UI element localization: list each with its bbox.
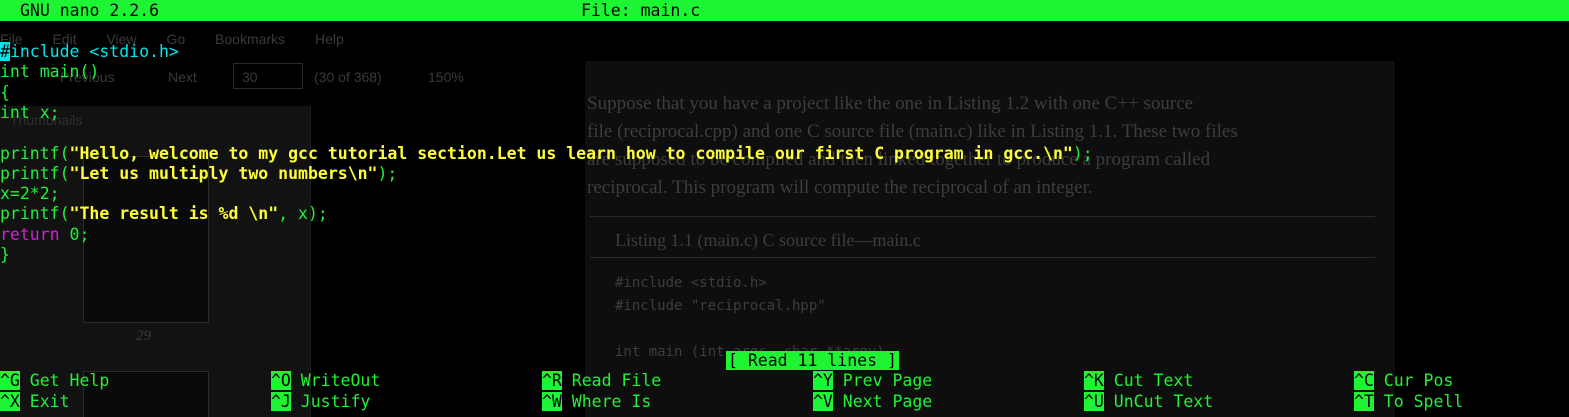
code-line[interactable]: int main() [0, 62, 99, 82]
next-label: Next [168, 69, 197, 85]
code-token: printf( [0, 204, 70, 224]
code-token: , x); [278, 204, 328, 224]
menu-bookmarks: Bookmarks [215, 31, 286, 47]
shortcut-read-file[interactable]: ^R Read File [542, 371, 661, 391]
code-token: 0; [59, 224, 90, 244]
nano-title-bar: GNU nano 2.2.6 File: main.c [0, 0, 1569, 21]
page-text-line: Suppose that you have a project like the… [587, 93, 1194, 114]
code-token: return [0, 224, 60, 244]
shortcut-label: Justify [290, 392, 371, 411]
code-token: "Let us multiply two numbers\n" [69, 163, 378, 183]
code-token: int x; [0, 102, 60, 122]
shortcut-cur-pos[interactable]: ^C Cur Pos [1354, 371, 1453, 391]
shortcut-label: UnCut Text [1103, 392, 1214, 411]
shortcut-key: ^X [0, 392, 20, 411]
page-text-line: file (reciprocal.cpp) and one C source f… [587, 121, 1238, 142]
code-token: printf( [0, 143, 70, 163]
shortcut-key: ^R [542, 371, 562, 390]
zoom-level: 150% [428, 69, 464, 85]
shortcut-label: WriteOut [290, 371, 381, 390]
listing-rule [590, 257, 1375, 258]
shortcut-writeout[interactable]: ^O WriteOut [271, 371, 380, 391]
code-token: printf( [0, 163, 70, 183]
shortcut-cut-text[interactable]: ^K Cut Text [1084, 371, 1193, 391]
code-token: ); [377, 163, 398, 183]
shortcut-get-help[interactable]: ^G Get Help [0, 371, 109, 391]
page-number-value: 30 [242, 69, 258, 85]
shortcut-key: ^T [1354, 392, 1374, 411]
code-token: int main() [0, 62, 100, 82]
shortcut-label: Exit [19, 392, 70, 411]
shortcut-key: ^W [542, 392, 562, 411]
shortcut-key: ^K [1084, 371, 1104, 390]
code-line[interactable]: { [0, 83, 10, 103]
shortcut-key: ^O [271, 371, 291, 390]
shortcut-label: Get Help [19, 371, 110, 390]
code-token: { [0, 82, 10, 102]
code-line[interactable]: return 0; [0, 225, 89, 245]
code-line[interactable]: printf("Let us multiply two numbers\n"); [0, 164, 397, 184]
shortcut-key: ^J [271, 392, 291, 411]
code-token: "The result is %d \n" [69, 204, 279, 224]
shortcut-where-is[interactable]: ^W Where Is [542, 392, 651, 412]
code-line[interactable]: } [0, 245, 10, 265]
shortcut-label: Next Page [832, 392, 933, 411]
shortcut-key: ^U [1084, 392, 1104, 411]
shortcut-label: To Spell [1373, 392, 1464, 411]
page-text-line: reciprocal. This program will compute th… [587, 177, 1093, 198]
listing-code-line: #include "reciprocal.hpp" [615, 298, 826, 314]
shortcut-key: ^V [813, 392, 833, 411]
page-count: (30 of 368) [314, 69, 382, 85]
shortcut-label: Prev Page [832, 371, 933, 390]
page-number-input: 30 [233, 63, 303, 89]
listing-rule [590, 216, 1375, 217]
shortcut-label: Cut Text [1103, 371, 1194, 390]
shortcut-exit[interactable]: ^X Exit [0, 392, 70, 412]
code-token: x=2*2; [0, 184, 60, 204]
code-line[interactable]: x=2*2; [0, 184, 60, 204]
shortcut-key: ^G [0, 371, 20, 390]
status-message: [ Read 11 lines ] [726, 351, 899, 370]
shortcut-to-spell[interactable]: ^T To Spell [1354, 392, 1463, 412]
code-token: "Hello, welcome to my gcc tutorial secti… [69, 143, 1073, 163]
code-line[interactable]: printf("Hello, welcome to my gcc tutoria… [0, 144, 1093, 164]
menu-help: Help [314, 31, 344, 47]
code-line[interactable]: #include <stdio.h> [0, 42, 179, 62]
shortcut-justify[interactable]: ^J Justify [271, 392, 370, 412]
shortcut-next-page[interactable]: ^V Next Page [813, 392, 932, 412]
shortcut-label: Cur Pos [1373, 371, 1454, 390]
shortcut-prev-page[interactable]: ^Y Prev Page [813, 371, 932, 391]
file-name: File: main.c [581, 1, 701, 20]
code-line[interactable]: printf("The result is %d \n", x); [0, 204, 328, 224]
shortcut-label: Read File [561, 371, 662, 390]
text-cursor: # [0, 42, 10, 61]
shortcut-key: ^Y [813, 371, 833, 390]
code-token: } [0, 245, 10, 264]
listing-code-line: #include <stdio.h> [615, 275, 767, 291]
nano-version: GNU nano 2.2.6 [20, 1, 160, 20]
listing-caption: Listing 1.1 (main.c) C source file—main.… [615, 230, 921, 250]
shortcut-label: Where Is [561, 392, 652, 411]
shortcut-uncut-text[interactable]: ^U UnCut Text [1084, 392, 1213, 412]
thumbnail-page-number: 29 [136, 328, 151, 344]
code-line[interactable]: int x; [0, 103, 60, 123]
code-token: ); [1072, 143, 1093, 163]
code-token: include <stdio.h> [9, 42, 179, 61]
shortcut-key: ^C [1354, 371, 1374, 390]
